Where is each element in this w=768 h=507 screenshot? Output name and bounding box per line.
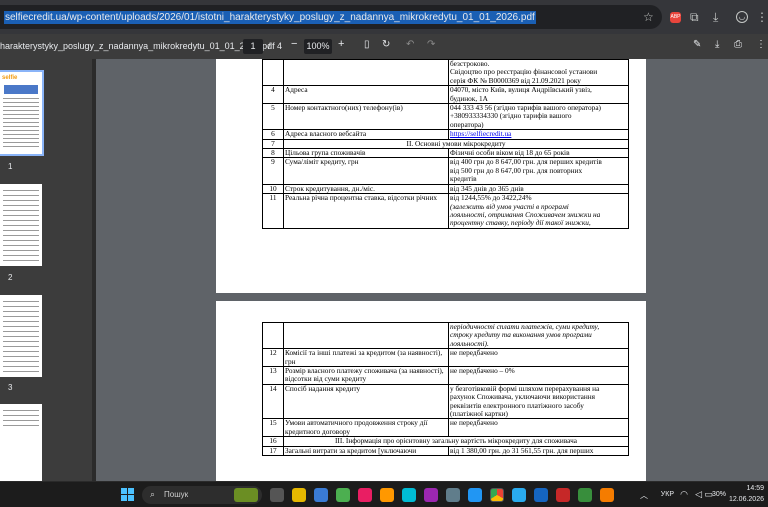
volume-icon[interactable]: ◁ <box>695 489 702 500</box>
app-icon[interactable] <box>578 488 592 502</box>
thumbnail-number: 2 <box>8 273 13 282</box>
app-icon[interactable] <box>468 488 482 502</box>
thumbnail-number: 3 <box>8 383 13 392</box>
app-icon[interactable] <box>600 488 614 502</box>
fit-page-icon[interactable]: ▯ <box>364 39 370 50</box>
thumbnail-page-4[interactable] <box>0 404 42 481</box>
thumbnail-page-1[interactable]: selfie <box>0 70 44 156</box>
telegram-icon[interactable] <box>512 488 526 502</box>
table-row: 9 Сума/ліміт кредиту, грн від 400 грн до… <box>262 157 629 185</box>
website-link[interactable]: https://selfiecredit.ua <box>450 129 511 138</box>
characteristics-table: безстроково. Свідоцтво про реєстрацію фін… <box>262 59 629 229</box>
pdf-toolbar: harakterystyky_poslugy_z_nadannya_mikrok… <box>0 34 768 59</box>
app-icon[interactable] <box>380 488 394 502</box>
table-row: 16 ІІІ. Інформація про орієнтовну загаль… <box>262 436 629 447</box>
page-separator: / <box>268 41 271 51</box>
thumbnail-sidebar: selfie 1 2 3 <box>0 59 96 481</box>
taskbar-search-box[interactable]: ⌕ Пошук <box>142 486 262 504</box>
browser-window: selfiecredit.ua/wp-content/uploads/2026/… <box>0 0 768 507</box>
table-row: 12 Комісії та інші платежі за кредитом (… <box>262 348 629 368</box>
app-icon[interactable] <box>424 488 438 502</box>
battery-percent: 30% <box>711 491 726 498</box>
chevron-up-icon[interactable]: ︿ <box>640 490 648 501</box>
address-bar: selfiecredit.ua/wp-content/uploads/2026/… <box>0 0 768 34</box>
thumbnail-page-3[interactable] <box>0 295 42 377</box>
language-indicator[interactable]: УКР <box>661 491 674 498</box>
app-icon[interactable] <box>314 488 328 502</box>
zoom-level-input[interactable]: 100% <box>304 39 332 54</box>
table-row: 17 Загальні витрати за кредитом [уключаю… <box>262 445 629 457</box>
wifi-icon[interactable]: ◠ <box>680 489 688 500</box>
profile-icon[interactable]: ◡ <box>736 11 748 23</box>
windows-taskbar: ⌕ Пошук ︿ УКР ◠ ◁ ▭ 30% 14:59 12.06.2026 <box>0 481 768 507</box>
search-placeholder: Пошук <box>164 490 189 499</box>
task-view-icon[interactable] <box>270 488 284 502</box>
app-icon[interactable] <box>402 488 416 502</box>
search-icon: ⌕ <box>150 489 156 499</box>
table-row: 15 Умови автоматичного продовження строк… <box>262 418 629 438</box>
thumbnail-header-band <box>4 85 38 94</box>
bookmark-star-icon[interactable]: ☆ <box>643 11 654 23</box>
file-explorer-icon[interactable] <box>292 488 306 502</box>
app-icon[interactable] <box>446 488 460 502</box>
table-row: 14 Спосіб надання кредиту у безготівкові… <box>262 383 629 420</box>
section-heading: ІІІ. Інформація про орієнтовну загальну … <box>283 436 629 447</box>
more-options-icon[interactable]: ⋮ <box>756 39 766 50</box>
page-total: 4 <box>277 41 283 51</box>
table-row: 5 Номер контактного(них) телефону(ів) 04… <box>262 103 629 131</box>
thumbnail-number: 1 <box>8 162 13 171</box>
zoom-out-icon[interactable]: − <box>291 38 297 50</box>
app-icon[interactable] <box>534 488 548 502</box>
pdf-page-1: безстроково. Свідоцтво про реєстрацію фін… <box>216 59 646 293</box>
table-row: періодичності сплати платежів, суми кред… <box>262 321 629 350</box>
table-row: 4 Адреса 04070, місто Київ, вулиця Андрі… <box>262 85 629 105</box>
menu-kebab-icon[interactable]: ⋮ <box>756 11 768 23</box>
pdf-filename: harakterystyky_poslugy_z_nadannya_mikrok… <box>0 41 275 51</box>
start-windows-icon[interactable] <box>121 488 134 501</box>
omnibox[interactable]: selfiecredit.ua/wp-content/uploads/2026/… <box>0 5 662 29</box>
adblock-extension-icon[interactable]: ABP <box>670 12 681 23</box>
app-icon[interactable] <box>358 488 372 502</box>
url-text[interactable]: selfiecredit.ua/wp-content/uploads/2026/… <box>4 10 536 24</box>
rotate-icon[interactable]: ↻ <box>382 39 390 50</box>
undo-icon[interactable]: ↶ <box>406 39 414 50</box>
chrome-icon[interactable] <box>490 488 504 502</box>
characteristics-table-continued: періодичності сплати платежів, суми кред… <box>262 321 629 457</box>
table-row: 11 Реальна річна процентна ставка, відсо… <box>262 193 629 229</box>
redo-icon[interactable]: ↷ <box>427 39 435 50</box>
table-row: 6 Адреса власного вебсайта https://selfi… <box>262 129 629 140</box>
search-highlight-icon <box>234 488 258 502</box>
extensions-puzzle-icon[interactable]: ⧉ <box>690 11 699 23</box>
table-row: 13 Розмір власного платежу споживача (за… <box>262 366 629 385</box>
zoom-in-icon[interactable]: + <box>338 38 344 50</box>
app-icon[interactable] <box>556 488 570 502</box>
download-icon[interactable]: ⤓ <box>713 11 718 23</box>
clock-date[interactable]: 12.06.2026 <box>729 496 764 503</box>
print-icon[interactable]: ⎙ <box>734 39 742 50</box>
table-row: безстроково. Свідоцтво про реєстрацію фін… <box>262 59 629 87</box>
draw-icon[interactable]: ✎ <box>693 39 701 50</box>
selfie-logo: selfie <box>2 75 18 81</box>
pdf-download-icon[interactable]: ⤓ <box>715 39 719 50</box>
clock-time[interactable]: 14:59 <box>746 485 764 492</box>
pdf-page-2: періодичності сплати платежів, суми кред… <box>216 301 646 481</box>
app-icon[interactable] <box>336 488 350 502</box>
pdf-viewer: безстроково. Свідоцтво про реєстрацію фін… <box>96 59 768 481</box>
thumbnail-page-2[interactable] <box>0 184 42 266</box>
page-number-input[interactable]: 1 <box>243 39 263 54</box>
